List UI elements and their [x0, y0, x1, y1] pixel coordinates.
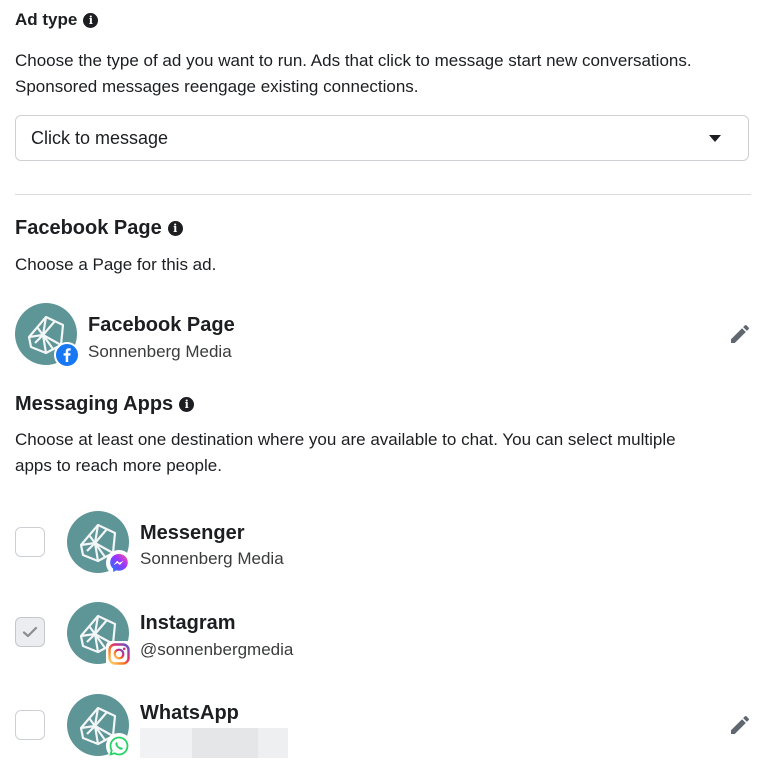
edit-pencil-icon[interactable] [728, 322, 752, 346]
facebook-page-description: Choose a Page for this ad. [15, 255, 217, 274]
whatsapp-subtitle-redacted [140, 728, 288, 758]
info-icon[interactable]: i [83, 12, 99, 28]
whatsapp-checkbox[interactable] [15, 710, 45, 740]
ad-type-select[interactable]: Click to message [15, 115, 749, 161]
whatsapp-avatar [67, 694, 132, 759]
page-name: Facebook Page [88, 314, 235, 336]
whatsapp-name: WhatsApp [140, 702, 239, 724]
edit-pencil-icon[interactable] [728, 713, 752, 737]
page-subtitle: Sonnenberg Media [88, 342, 232, 361]
messenger-subtitle: Sonnenberg Media [140, 549, 284, 568]
facebook-page-heading: Facebook Page i [15, 217, 183, 240]
caret-down-icon [709, 134, 721, 142]
instagram-subtitle: @sonnenbergmedia [140, 640, 294, 659]
instagram-avatar [67, 602, 132, 667]
ad-type-description: Choose the type of ad you want to run. A… [15, 51, 692, 96]
info-icon[interactable]: i [167, 221, 183, 236]
instagram-name: Instagram [140, 612, 236, 634]
instagram-icon [106, 641, 132, 667]
messenger-icon [106, 550, 132, 576]
messenger-name: Messenger [140, 522, 245, 544]
info-icon[interactable]: i [179, 397, 195, 412]
whatsapp-icon [106, 733, 132, 759]
ad-type-heading: Ad type i [15, 10, 99, 30]
facebook-icon [54, 342, 80, 368]
ad-type-selected-value: Click to message [31, 127, 169, 148]
divider [15, 194, 751, 195]
messenger-checkbox[interactable] [15, 527, 45, 557]
messaging-apps-description: Choose at least one destination where yo… [15, 430, 676, 475]
messenger-avatar [67, 511, 132, 576]
page-avatar [15, 303, 80, 368]
instagram-checkbox[interactable] [15, 617, 45, 647]
messaging-apps-heading: Messaging Apps i [15, 393, 195, 416]
checkmark-icon [22, 626, 38, 638]
